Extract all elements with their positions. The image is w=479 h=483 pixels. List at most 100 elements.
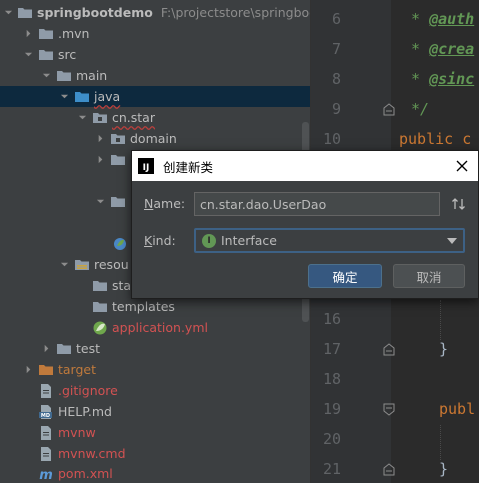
fold-marker-icon[interactable]: [383, 463, 395, 476]
folder-icon: [56, 341, 72, 357]
dialog-title: 创建新类: [163, 159, 214, 175]
chevron-down-icon[interactable]: [76, 112, 88, 124]
project-path: F:\projectstore\springbootd: [160, 5, 310, 20]
kind-selected-value: Interface: [221, 233, 277, 248]
tree-label: mvnw: [58, 425, 96, 440]
tree-item-hidden-package-2[interactable]: [94, 191, 134, 212]
package-icon: [110, 131, 126, 147]
chevron-down-icon[interactable]: [447, 237, 457, 245]
fold-marker-icon[interactable]: [383, 403, 395, 416]
code-line-6: * @auth: [411, 10, 475, 28]
close-icon[interactable]: [454, 158, 470, 174]
tree-item-pom-xml[interactable]: m pom.xml: [22, 463, 310, 483]
tree-label: main: [76, 68, 108, 83]
tree-item-target[interactable]: target: [22, 359, 310, 380]
new-class-dialog: IJ 创建新类 Name: Kind: I Interface 确定 取消: [131, 150, 479, 299]
indent-guide: [440, 425, 441, 460]
chevron-down-icon[interactable]: [94, 196, 106, 208]
chevron-right-icon[interactable]: [22, 364, 34, 376]
tree-label: .mvn: [58, 26, 90, 41]
intellij-logo-icon: IJ: [138, 158, 154, 174]
tree-label: pom.xml: [58, 466, 113, 481]
tree-item-mvn[interactable]: .mvn: [22, 23, 310, 44]
fold-marker-icon[interactable]: [383, 343, 395, 356]
tree-label: domain: [130, 131, 177, 146]
line-number: 16: [322, 310, 341, 328]
tree-item-test[interactable]: test: [40, 338, 310, 359]
tree-item-java[interactable]: java: [0, 86, 310, 107]
tree-item-main[interactable]: main: [40, 65, 310, 86]
name-label: Name:: [144, 196, 186, 211]
code-line-21: }: [439, 460, 449, 478]
tree-item-src[interactable]: src: [22, 44, 310, 65]
line-number: 21: [322, 460, 341, 478]
code-line-19: publ: [439, 400, 476, 418]
interface-icon: I: [202, 233, 216, 248]
chevron-right-icon[interactable]: [22, 28, 34, 40]
source-folder-icon: [74, 89, 90, 105]
tree-item-mvnw[interactable]: mvnw: [22, 422, 310, 443]
folder-icon: [38, 47, 54, 63]
tree-item-domain[interactable]: domain: [94, 128, 310, 149]
ok-button[interactable]: 确定: [308, 264, 382, 288]
code-line-7: * @crea: [411, 40, 475, 58]
markdown-file-icon: MD: [38, 404, 54, 420]
tree-item-application-yml[interactable]: application.yml: [76, 317, 310, 338]
tree-label: templates: [112, 299, 175, 314]
folder-icon: [17, 5, 33, 21]
cancel-button[interactable]: 取消: [393, 264, 465, 288]
folder-icon: [92, 299, 108, 315]
tree-label: target: [58, 362, 97, 377]
chevron-down-icon[interactable]: [58, 259, 70, 271]
tree-label: src: [58, 47, 77, 62]
resources-folder-icon: [74, 257, 90, 273]
line-number: 20: [322, 430, 341, 448]
tree-item-project[interactable]: springbootdemo F:\projectstore\springboo…: [4, 2, 310, 23]
sort-icon[interactable]: [449, 194, 469, 214]
folder-icon: [38, 26, 54, 42]
fold-marker-icon[interactable]: [383, 103, 395, 116]
tree-label: application.yml: [112, 320, 208, 335]
package-icon: [110, 194, 126, 210]
tree-item-templates[interactable]: templates: [76, 296, 310, 317]
tree-item-hidden-package[interactable]: [94, 149, 134, 170]
file-icon: [38, 446, 54, 462]
tree-item-cn-star[interactable]: cn.star: [76, 107, 310, 128]
tree-label: java: [94, 89, 121, 104]
tree-label: .gitignore: [58, 383, 118, 398]
chevron-down-icon[interactable]: [4, 7, 13, 19]
code-line-9: */: [411, 100, 430, 118]
spring-leaf-icon: [112, 236, 128, 252]
spring-config-icon: [92, 320, 108, 336]
markdown-badge-text: MD: [41, 413, 50, 419]
tree-label: mvnw.cmd: [58, 446, 126, 461]
chevron-down-icon[interactable]: [22, 49, 34, 61]
line-number: 19: [322, 400, 341, 418]
chevron-down-icon[interactable]: [40, 70, 52, 82]
line-number: 8: [331, 70, 341, 88]
tree-item-gitignore[interactable]: .gitignore: [22, 380, 310, 401]
line-number: 9: [331, 100, 341, 118]
project-name: springbootdemo: [37, 5, 153, 20]
indent-guide: [440, 300, 441, 340]
file-icon: [38, 425, 54, 441]
code-line-17: }: [439, 340, 449, 358]
code-line-10: public c: [399, 130, 472, 148]
excluded-folder-icon: [38, 362, 54, 378]
name-input[interactable]: [194, 192, 440, 216]
kind-dropdown[interactable]: I Interface: [194, 228, 465, 253]
tree-item-mvnw-cmd[interactable]: mvnw.cmd: [22, 443, 310, 464]
tree-label: HELP.md: [58, 404, 112, 419]
chevron-right-icon[interactable]: [94, 154, 106, 166]
chevron-right-icon[interactable]: [94, 133, 106, 145]
chevron-right-icon[interactable]: [40, 343, 52, 355]
kind-label: Kind:: [144, 233, 176, 248]
line-number: 7: [331, 40, 341, 58]
dialog-titlebar[interactable]: IJ 创建新类: [132, 151, 478, 181]
tree-label: resou: [94, 257, 129, 272]
code-line-8: * @sinc: [411, 70, 475, 88]
tree-item-help-md[interactable]: MD HELP.md: [22, 401, 310, 422]
chevron-down-icon[interactable]: [58, 91, 70, 103]
svg-text:m: m: [39, 468, 53, 482]
file-icon: [38, 383, 54, 399]
